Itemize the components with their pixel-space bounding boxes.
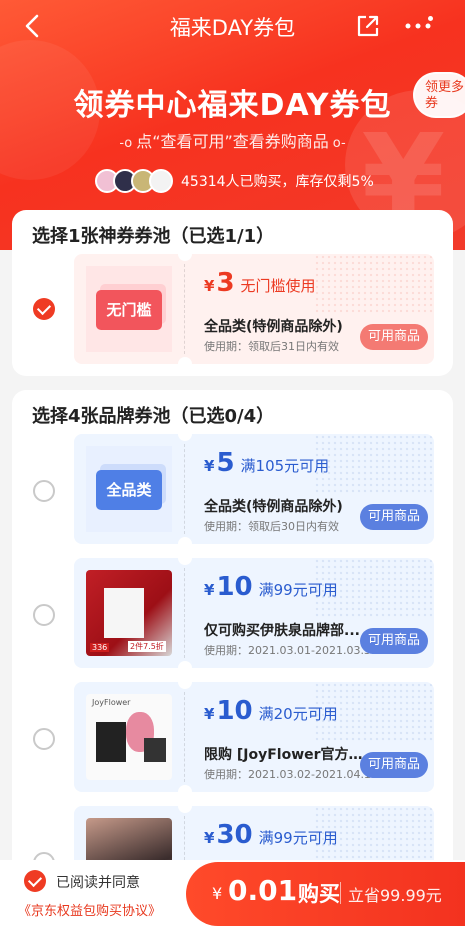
buyer-count-text: 45314人已购买，库存仅剩5% — [181, 174, 374, 190]
coupon-select-radio[interactable] — [33, 480, 55, 502]
coupon-amount: 3 — [216, 268, 235, 298]
coupon-divider — [184, 444, 185, 534]
yen-symbol: ¥ — [204, 457, 215, 475]
coupon-validity: 使用期：2021.03.01-2021.03.31 — [204, 644, 378, 657]
coupon-divider — [184, 264, 185, 354]
view-products-button[interactable]: 可用商品 — [360, 324, 428, 350]
hero-subtitle: -o 点“查看可用”查看券购商品 o- — [0, 128, 465, 152]
yen-symbol: ¥ — [204, 705, 215, 723]
coupon-validity: 使用期：领取后31日内有效 — [204, 340, 339, 353]
yen-symbol: ¥ — [204, 277, 215, 295]
coupon-select-radio[interactable] — [33, 604, 55, 626]
coupon-card[interactable]: 全品类 ¥ 5 满105元可用 全品类(特例商品除外) 使用期：领取后30日内有… — [74, 434, 434, 544]
coupon-condition: 无门槛使用 — [240, 277, 316, 295]
coupon-price: ¥ 3 无门槛使用 — [204, 268, 316, 298]
coupon-amount: 10 — [216, 572, 253, 602]
coupon-validity: 使用期：领取后30日内有效 — [204, 520, 339, 533]
coupon-condition: 满99元可用 — [258, 829, 338, 847]
pool-title: 选择4张品牌券池（已选0/4） — [32, 406, 275, 427]
coupon-price: ¥ 10 满99元可用 — [204, 572, 338, 602]
subtitle-decoration: -o — [119, 136, 133, 151]
coupon-price: ¥ 5 满105元可用 — [204, 448, 329, 478]
buyer-social-proof: 45314人已购买，库存仅剩5% — [95, 168, 374, 194]
coupon-notch — [178, 357, 192, 364]
agreement-link[interactable]: 《京东权益包购买协议》 — [18, 900, 161, 919]
coupon-amount: 5 — [216, 448, 235, 478]
coupon-scope: 全品类(特例商品除外) — [204, 499, 343, 515]
subtitle-text: 点“查看可用”查看券购商品 — [136, 132, 329, 151]
coupon-amount: 10 — [216, 696, 253, 726]
coupon-thumbnail: 全品类 — [86, 446, 172, 532]
yen-symbol: ¥ — [204, 829, 215, 847]
savings-text: 立省99.99元 — [348, 886, 442, 905]
coupon-notch — [178, 434, 192, 441]
coupon-scope: 仅可购买伊肤泉品牌部... — [204, 623, 360, 639]
coupon-card[interactable]: 336 2件7.5折 ¥ 10 满99元可用 仅可购买伊肤泉品牌部... 使用期… — [74, 558, 434, 668]
coupon-scope: 限购 [JoyFlower官方旗... — [204, 747, 364, 763]
coupon-condition: 满105元可用 — [240, 457, 330, 475]
coupon-divider — [184, 568, 185, 658]
coupon-select-radio[interactable] — [33, 728, 55, 750]
buy-button[interactable]: ¥ 0.01 购买 立省99.99元 — [186, 862, 465, 926]
coupon-notch — [178, 558, 192, 565]
coupon-price: ¥ 10 满20元可用 — [204, 696, 338, 726]
decor-dots — [314, 254, 434, 314]
ticket-icon: 无门槛 — [96, 290, 162, 330]
navbar: 福来DAY券包 — [0, 0, 465, 52]
pool-title: 选择1张神券券池（已选1/1） — [32, 226, 275, 247]
ticket-icon: 全品类 — [96, 470, 162, 510]
coupon-card[interactable]: JoyFlower ¥ 10 满20元可用 限购 [JoyFlower官方旗..… — [74, 682, 434, 792]
coupon-pool-brand: 选择4张品牌券池（已选0/4） 全品类 ¥ 5 满105元可用 全品类(特例商品… — [12, 390, 453, 936]
coupon-condition: 满20元可用 — [258, 705, 338, 723]
bottom-purchase-bar: 已阅读并同意 《京东权益包购买协议》 ¥ 0.01 购买 立省99.99元 — [0, 860, 465, 936]
hero-title: 领券中心福来DAY券包 — [73, 88, 392, 123]
page-title: 福来DAY券包 — [169, 16, 296, 40]
buy-price: 0.01 — [228, 874, 298, 907]
coupon-divider — [184, 692, 185, 782]
coupon-notch — [178, 785, 192, 792]
coupon-card[interactable]: 无门槛 ¥ 3 无门槛使用 全品类(特例商品除外) 使用期：领取后31日内有效 … — [74, 254, 434, 364]
agreement-text: 已阅读并同意 — [56, 875, 140, 891]
coupon-thumbnail: 无门槛 — [86, 266, 172, 352]
subtitle-decoration: o- — [332, 136, 346, 151]
coupon-notch — [178, 682, 192, 689]
yen-symbol: ¥ — [212, 884, 223, 903]
coupon-amount: 30 — [216, 820, 253, 850]
more-icon[interactable] — [405, 22, 431, 30]
view-products-button[interactable]: 可用商品 — [360, 504, 428, 530]
coupon-notch — [178, 806, 192, 813]
agreement-checkbox[interactable] — [24, 870, 46, 892]
coupon-notch — [178, 537, 192, 544]
share-icon[interactable] — [355, 13, 381, 39]
product-box — [144, 738, 166, 762]
coupon-pool-super: 选择1张神券券池（已选1/1） 无门槛 ¥ 3 无门槛使用 全品类(特例商品除外… — [12, 210, 453, 376]
decor-dots — [314, 434, 434, 494]
product-box — [104, 588, 144, 638]
coupon-notch — [178, 254, 192, 261]
product-thumbnail: 336 2件7.5折 — [86, 570, 172, 656]
coupon-price: ¥ 30 满99元可用 — [204, 820, 338, 850]
divider — [340, 882, 341, 904]
notification-dot — [428, 16, 433, 21]
coupon-select-radio[interactable] — [33, 298, 55, 320]
promo-tag: 2件7.5折 — [128, 641, 166, 652]
coupon-condition: 满99元可用 — [258, 581, 338, 599]
avatar — [149, 169, 173, 193]
buy-label: 购买 — [298, 882, 340, 906]
more-coupons-button[interactable]: 领更多券 — [413, 72, 465, 118]
coupon-notch — [178, 661, 192, 668]
coupon-validity: 使用期：2021.03.02-2021.04.15 — [204, 768, 378, 781]
view-products-button[interactable]: 可用商品 — [360, 752, 428, 778]
product-box — [96, 722, 126, 762]
brand-logo-text: JoyFlower — [92, 698, 131, 707]
yen-symbol: ¥ — [204, 581, 215, 599]
product-thumbnail: JoyFlower — [86, 694, 172, 780]
price-tag: 336 — [90, 643, 110, 652]
coupon-scope: 全品类(特例商品除外) — [204, 319, 343, 335]
view-products-button[interactable]: 可用商品 — [360, 628, 428, 654]
